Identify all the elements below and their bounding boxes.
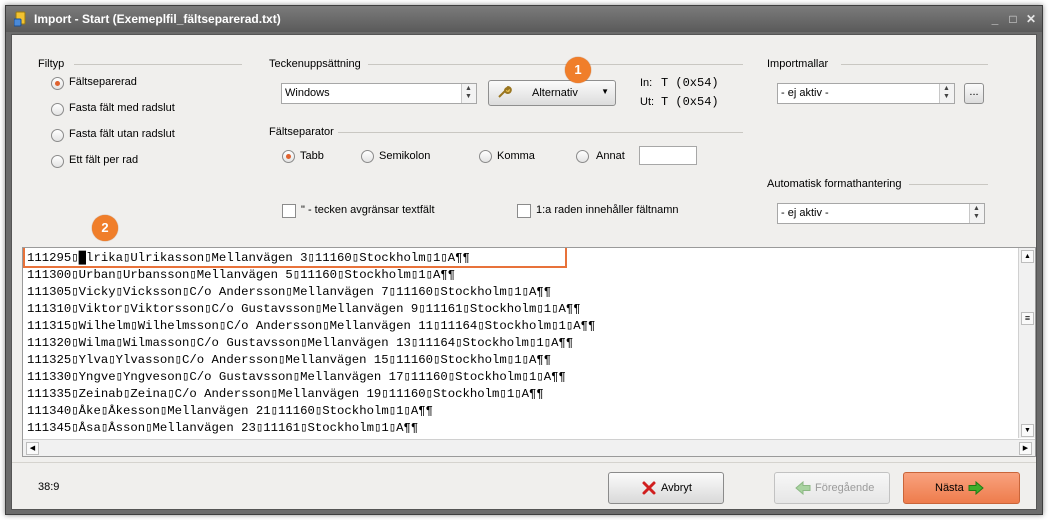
- wrench-icon: [496, 84, 512, 103]
- preview-line: 111300▯Urban▯Urbansson▯Mellanvägen 5▯111…: [27, 268, 456, 282]
- cancel-x-icon: [641, 480, 657, 499]
- scroll-left-icon[interactable]: ◀: [26, 442, 39, 455]
- footer-divider: [12, 462, 1036, 463]
- filetype-label-delimited: Fältseparerad: [69, 76, 137, 88]
- charset-out-label: Ut:: [640, 96, 655, 108]
- filetype-radio-delimited[interactable]: [51, 77, 64, 90]
- separator-label-tab: Tabb: [300, 150, 324, 162]
- callout-badge-2: 2: [92, 215, 118, 241]
- charset-value: Windows: [285, 87, 330, 99]
- next-label: Nästa: [935, 482, 964, 494]
- preview-line: 111340▯Åke▯Åkesson▯Mellanvägen 21▯11160▯…: [27, 404, 434, 418]
- charset-divider: [368, 64, 743, 65]
- next-button[interactable]: Nästa: [903, 472, 1020, 504]
- maximize-icon[interactable]: □: [1006, 12, 1020, 26]
- dialog-client-area: Filtyp Fältseparerad Fasta fält med rads…: [11, 34, 1037, 510]
- header-row-label: 1:a raden innehåller fältnamn: [536, 204, 679, 216]
- previous-button[interactable]: Föregående: [774, 472, 890, 504]
- quote-delimiter-label: " - tecken avgränsar textfält: [301, 204, 435, 216]
- charset-spin[interactable]: ▲ ▼: [461, 84, 476, 103]
- templates-browse-button[interactable]: ...: [964, 83, 984, 104]
- charset-in-label: In:: [640, 77, 653, 89]
- cursor-position-status: 38:9: [38, 481, 60, 493]
- templates-spin[interactable]: ▲ ▼: [939, 84, 954, 103]
- vertical-scrollbar[interactable]: ▲ ≡ ▼: [1018, 248, 1035, 438]
- separator-radio-comma[interactable]: [479, 150, 492, 163]
- separator-radio-semicolon[interactable]: [361, 150, 374, 163]
- charset-legend: Teckenuppsättning: [269, 58, 361, 70]
- filetype-divider: [74, 64, 242, 65]
- cancel-label: Avbryt: [661, 482, 692, 494]
- templates-divider: [841, 64, 988, 65]
- scroll-up-icon[interactable]: ▲: [1021, 250, 1034, 263]
- charset-in-value: T (0x54): [661, 76, 719, 90]
- preview-line: 111315▯Wilhelm▯Wilhelmsson▯C/o Andersson…: [27, 319, 596, 333]
- charset-out-value: T (0x54): [661, 95, 719, 109]
- autoformat-divider: [909, 184, 988, 185]
- autoformat-legend: Automatisk formathantering: [767, 178, 902, 190]
- scroll-thumb[interactable]: ≡: [1021, 312, 1034, 325]
- separator-legend: Fältseparator: [269, 126, 334, 138]
- autoformat-value: - ej aktiv -: [781, 207, 829, 219]
- arrow-right-icon: [968, 480, 984, 498]
- templates-select[interactable]: - ej aktiv - ▲ ▼: [777, 83, 955, 104]
- header-row-checkbox[interactable]: [517, 204, 531, 218]
- templates-legend: Importmallar: [767, 58, 829, 70]
- scroll-down-icon[interactable]: ▼: [1021, 424, 1034, 437]
- autoformat-select[interactable]: - ej aktiv - ▲ ▼: [777, 203, 985, 224]
- filetype-label-fixed-without-eol: Fasta fält utan radslut: [69, 128, 175, 140]
- quote-delimiter-checkbox[interactable]: [282, 204, 296, 218]
- chevron-down-icon: ▼: [601, 87, 609, 96]
- charset-select[interactable]: Windows ▲ ▼: [281, 83, 477, 104]
- separator-radio-tab[interactable]: [282, 150, 295, 163]
- callout-badge-1: 1: [565, 57, 591, 83]
- preview-line: 111325▯Ylva▯Ylvasson▯C/o Andersson▯Mella…: [27, 353, 552, 367]
- app-icon: [13, 11, 28, 27]
- window-title: Import - Start (Exemeplfil_fältseparerad…: [34, 12, 281, 26]
- filetype-radio-one-field[interactable]: [51, 155, 64, 168]
- separator-divider: [338, 132, 743, 133]
- scroll-right-icon[interactable]: ▶: [1019, 442, 1032, 455]
- minimize-icon[interactable]: _: [988, 12, 1002, 26]
- filetype-radio-fixed-with-eol[interactable]: [51, 103, 64, 116]
- templates-value: - ej aktiv -: [781, 87, 829, 99]
- preview-line: 111320▯Wilma▯Wilmasson▯C/o Gustavsson▯Me…: [27, 336, 574, 350]
- cancel-button[interactable]: Avbryt: [608, 472, 724, 504]
- preview-line: 111330▯Yngve▯Yngveson▯C/o Gustavsson▯Mel…: [27, 370, 566, 384]
- arrow-left-icon: [795, 480, 811, 498]
- filetype-radio-fixed-without-eol[interactable]: [51, 129, 64, 142]
- charset-options-label: Alternativ: [532, 87, 578, 99]
- charset-options-button[interactable]: Alternativ ▼: [488, 80, 616, 106]
- separator-label-comma: Komma: [497, 150, 535, 162]
- filetype-legend: Filtyp: [38, 58, 65, 70]
- separator-other-input[interactable]: [639, 146, 697, 165]
- previous-label: Föregående: [815, 482, 875, 494]
- preview-line: 111310▯Viktor▯Viktorsson▯C/o Gustavsson▯…: [27, 302, 581, 316]
- filetype-label-fixed-with-eol: Fasta fält med radslut: [69, 102, 175, 114]
- file-preview-area[interactable]: 111295▯█lrika▯Ulrikasson▯Mellanvägen 3▯1…: [22, 247, 1036, 457]
- preview-line: 111335▯Zeinab▯Zeina▯C/o Andersson▯Mellan…: [27, 387, 544, 401]
- import-dialog-window: Import - Start (Exemeplfil_fältseparerad…: [5, 5, 1043, 515]
- separator-radio-other[interactable]: [576, 150, 589, 163]
- title-bar[interactable]: Import - Start (Exemeplfil_fältseparerad…: [6, 6, 1042, 32]
- filetype-label-one-field: Ett fält per rad: [69, 154, 139, 166]
- horizontal-scrollbar[interactable]: ◀ ▶: [23, 439, 1035, 456]
- separator-label-other: Annat: [596, 150, 625, 162]
- first-row-highlight: [23, 248, 567, 268]
- separator-label-semicolon: Semikolon: [379, 150, 431, 162]
- autoformat-spin[interactable]: ▲ ▼: [969, 204, 984, 223]
- close-icon[interactable]: ✕: [1024, 12, 1038, 26]
- preview-line: 111345▯Åsa▯Åsson▯Mellanvägen 23▯11161▯St…: [27, 421, 419, 435]
- preview-line: 111305▯Vicky▯Vicksson▯C/o Andersson▯Mell…: [27, 285, 552, 299]
